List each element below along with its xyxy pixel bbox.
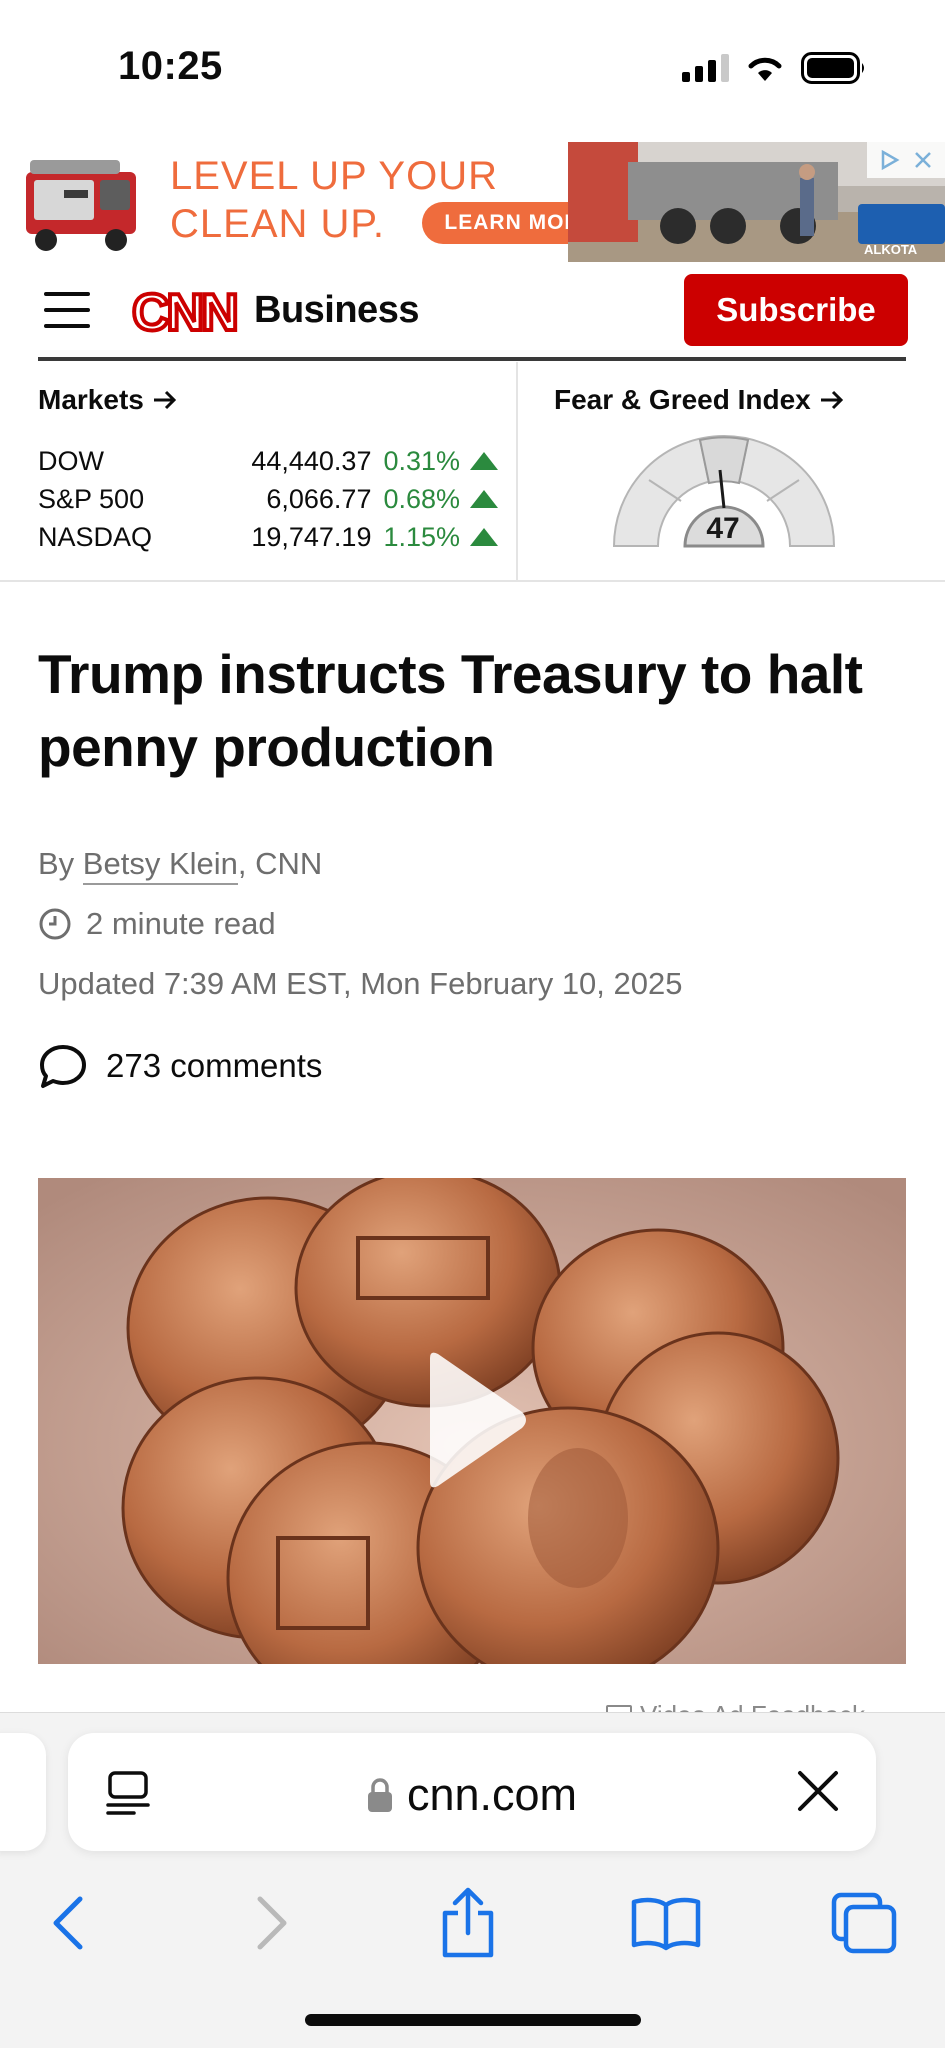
safari-nav-toolbar: [0, 1873, 945, 1973]
ad-headline-line1: LEVEL UP YOUR: [170, 154, 498, 198]
previous-tab-preview[interactable]: [0, 1733, 46, 1851]
share-button[interactable]: [430, 1885, 506, 1961]
battery-icon: [801, 52, 864, 84]
status-icons: [682, 52, 867, 84]
adchoices-icon[interactable]: [875, 146, 903, 174]
market-row-dow[interactable]: DOW 44,440.37 0.31%: [38, 442, 499, 480]
tabs-button[interactable]: [826, 1885, 902, 1961]
market-change: 1.15%: [383, 521, 461, 552]
comments-count: 273 comments: [106, 1047, 323, 1084]
markets-table: DOW 44,440.37 0.31% S&P 500 6,066.77 0.6…: [38, 442, 499, 556]
menu-icon[interactable]: [44, 292, 90, 328]
read-time: 2 minute read: [38, 906, 276, 942]
comment-bubble-icon: [40, 1045, 86, 1088]
arrow-right-icon: [820, 390, 843, 410]
video-player[interactable]: [38, 1178, 906, 1664]
cnn-business-logo[interactable]: CNN Business: [132, 284, 419, 336]
byline-source: , CNN: [237, 846, 323, 881]
subscribe-button[interactable]: Subscribe: [684, 274, 908, 346]
fear-greed-title[interactable]: Fear & Greed Index: [554, 384, 845, 416]
read-time-label: 2 minute read: [86, 906, 276, 941]
markets-widget: Markets DOW 44,440.37 0.31% S&P 500 6,06…: [0, 362, 945, 582]
market-name: DOW: [38, 445, 104, 476]
svg-text:CNN: CNN: [132, 284, 236, 336]
article-headline: Trump instructs Treasury to halt penny p…: [38, 643, 863, 778]
status-time: 10:25: [118, 44, 223, 88]
comments-link[interactable]: 273 comments: [38, 1042, 322, 1090]
forward-button[interactable]: [234, 1885, 310, 1961]
status-bar: 10:25: [0, 0, 945, 140]
section-name: Business: [254, 288, 419, 331]
market-value: 6,066.77: [266, 483, 372, 514]
market-row-sp500[interactable]: S&P 500 6,066.77 0.68%: [38, 480, 499, 518]
lock-icon: [367, 1778, 392, 1812]
markets-title[interactable]: Markets: [38, 384, 498, 416]
back-icon: [53, 1896, 83, 1950]
address-display[interactable]: cnn.com: [68, 1769, 876, 1821]
up-arrow-icon: [470, 490, 499, 508]
ad-choices[interactable]: [867, 142, 945, 178]
up-arrow-icon: [470, 452, 499, 470]
browser-toolbar: cnn.com: [0, 1712, 945, 2048]
updated-timestamp: Updated 7:39 AM EST, Mon February 10, 20…: [38, 966, 683, 1001]
byline-prefix: By: [38, 846, 83, 881]
close-icon[interactable]: [796, 1769, 840, 1813]
market-value: 44,440.37: [251, 445, 372, 476]
markets-title-label: Markets: [38, 384, 144, 415]
author-link[interactable]: Betsy Klein: [82, 846, 238, 885]
fear-greed-title-label: Fear & Greed Index: [554, 384, 811, 415]
market-change: 0.31%: [383, 445, 461, 476]
cnn-logo: CNN: [132, 284, 241, 336]
ad-banner[interactable]: LEVEL UP YOUR CLEAN UP. LEARN MORE ALKOT…: [0, 142, 945, 262]
pressure-washer-image: [26, 160, 136, 251]
address-bar[interactable]: cnn.com: [68, 1733, 876, 1851]
bookmarks-button[interactable]: [628, 1885, 704, 1961]
arrow-right-icon: [153, 390, 176, 410]
bookmarks-icon: [631, 1897, 701, 1951]
site-header: CNN Business Subscribe: [0, 262, 945, 362]
clock-icon: [39, 908, 71, 940]
play-icon[interactable]: [420, 1350, 530, 1490]
back-button[interactable]: [30, 1885, 106, 1961]
home-indicator[interactable]: [305, 2014, 641, 2026]
tabs-icon: [831, 1892, 897, 1954]
wifi-icon: [748, 57, 782, 81]
header-divider: [38, 357, 906, 361]
markets-panel[interactable]: Markets DOW 44,440.37 0.31% S&P 500 6,06…: [38, 384, 499, 556]
market-row-nasdaq[interactable]: NASDAQ 19,747.19 1.15%: [38, 518, 499, 556]
address-url: cnn.com: [406, 1769, 578, 1820]
byline: By Betsy Klein, CNN: [38, 846, 323, 885]
ad-truck-brand: ALKOTA: [864, 242, 918, 257]
market-change: 0.68%: [383, 483, 461, 514]
market-name: S&P 500: [38, 483, 145, 514]
market-name: NASDAQ: [38, 521, 153, 552]
fear-greed-value: 47: [706, 512, 740, 545]
share-icon: [442, 1887, 494, 1958]
cellular-signal-icon: [682, 54, 729, 82]
close-ad-icon[interactable]: [909, 146, 937, 174]
markets-divider: [516, 362, 518, 582]
up-arrow-icon: [470, 528, 499, 546]
forward-icon: [257, 1896, 287, 1950]
markets-bottom-divider: [0, 580, 945, 582]
market-value: 19,747.19: [251, 521, 372, 552]
